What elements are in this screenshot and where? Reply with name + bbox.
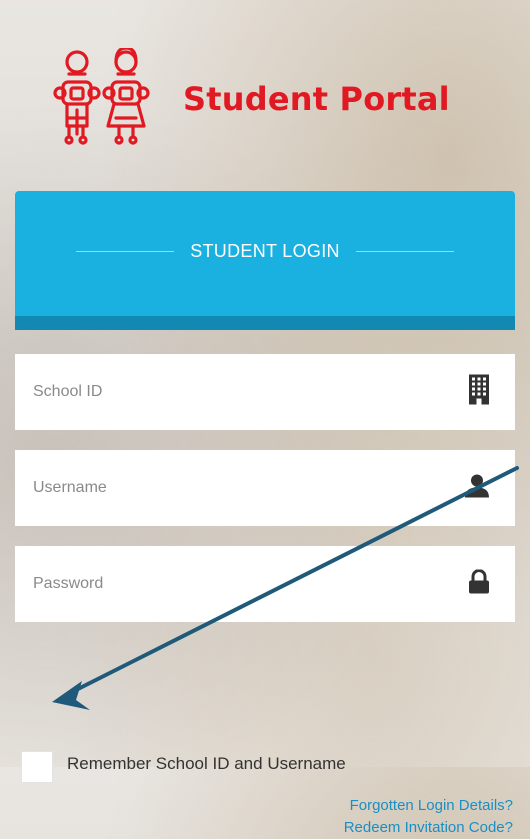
brand-title: Student Portal	[183, 80, 450, 118]
login-header: STUDENT LOGIN	[15, 191, 515, 316]
title-divider-right	[355, 250, 454, 252]
help-links: Forgotten Login Details? Redeem Invitati…	[344, 795, 513, 839]
forgotten-login-link[interactable]: Forgotten Login Details?	[344, 795, 513, 817]
school-id-field[interactable]	[15, 354, 445, 430]
username-field-container	[15, 450, 515, 526]
students-logo-icon	[53, 48, 150, 145]
password-field[interactable]	[15, 546, 445, 622]
title-divider-left	[76, 250, 175, 252]
brand: Student Portal	[50, 48, 510, 153]
user-icon	[465, 474, 489, 503]
login-title-row: STUDENT LOGIN	[15, 239, 515, 263]
school-id-field-container	[15, 354, 515, 430]
login-header-accent	[15, 316, 515, 330]
redeem-invitation-link[interactable]: Redeem Invitation Code?	[344, 817, 513, 839]
remember-label: Remember School ID and Username	[67, 754, 346, 773]
remember-checkbox[interactable]	[21, 751, 53, 783]
building-icon	[469, 374, 489, 410]
lock-icon	[469, 569, 489, 599]
username-field[interactable]	[15, 450, 445, 526]
login-title: STUDENT LOGIN	[190, 240, 340, 261]
password-field-container	[15, 546, 515, 622]
